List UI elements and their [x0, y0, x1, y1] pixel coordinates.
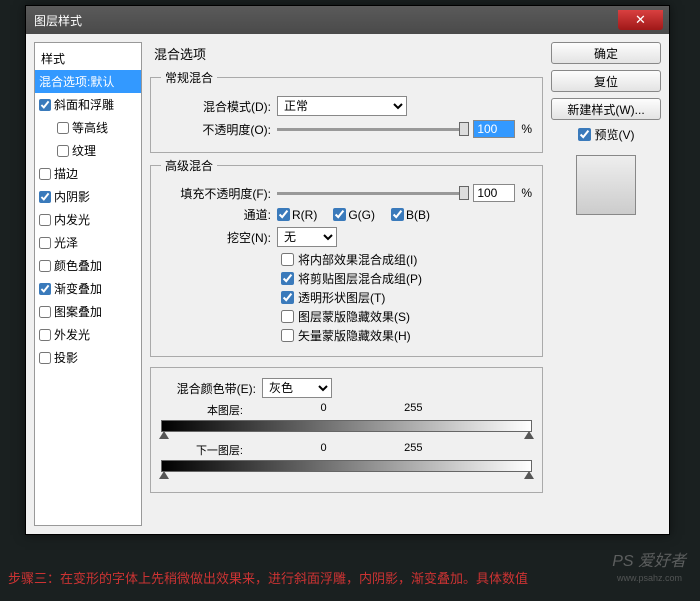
blend-if-group: 混合颜色带(E): 灰色 本图层: 0 255 下一图层: 0 255: [150, 367, 543, 493]
opt2-check[interactable]: [281, 291, 294, 304]
slider-thumb-icon[interactable]: [459, 122, 469, 136]
knockout-select[interactable]: 无: [277, 227, 337, 247]
blend-mode-label: 混合模式(D):: [161, 98, 271, 115]
this-layer-label: 本图层:: [163, 402, 243, 418]
preview-toggle[interactable]: 预览(V): [551, 126, 661, 143]
contour-check[interactable]: [57, 122, 69, 134]
opacity-label: 不透明度(O):: [161, 121, 271, 138]
advanced-legend: 高级混合: [161, 157, 217, 174]
innerglow-check[interactable]: [39, 214, 51, 226]
sidebar-item-satin[interactable]: 光泽: [35, 231, 141, 254]
patternoverlay-check[interactable]: [39, 306, 51, 318]
gradoverlay-check[interactable]: [39, 283, 51, 295]
slider-thumb-icon[interactable]: [459, 186, 469, 200]
satin-check[interactable]: [39, 237, 51, 249]
bevel-check[interactable]: [39, 99, 51, 111]
cancel-button[interactable]: 复位: [551, 70, 661, 92]
under-layer-high: 255: [404, 442, 422, 458]
underlying-label: 下一图层:: [163, 442, 243, 458]
layer-style-dialog: 图层样式 ✕ 样式 混合选项:默认 斜面和浮雕 等高线 纹理 描边 内阴影 内发…: [25, 5, 670, 535]
sidebar-item-pattern-overlay[interactable]: 图案叠加: [35, 300, 141, 323]
sidebar-item-contour[interactable]: 等高线: [35, 116, 141, 139]
close-button[interactable]: ✕: [618, 10, 663, 30]
right-column: 确定 复位 新建样式(W)... 预览(V): [551, 42, 661, 526]
main-panel: 混合选项 常规混合 混合模式(D): 正常 不透明度(O): % 高级混合 填充…: [150, 42, 543, 526]
close-icon: ✕: [635, 12, 646, 28]
sidebar-item-bevel[interactable]: 斜面和浮雕: [35, 93, 141, 116]
opt1-check[interactable]: [281, 272, 294, 285]
knockout-label: 挖空(N):: [161, 229, 271, 246]
opacity-slider[interactable]: [277, 128, 467, 131]
sidebar-item-outer-glow[interactable]: 外发光: [35, 323, 141, 346]
channels-label: 通道:: [161, 206, 271, 223]
blend-mode-select[interactable]: 正常: [277, 96, 407, 116]
channel-r-check[interactable]: [277, 208, 290, 221]
fill-opacity-label: 填充不透明度(F):: [161, 185, 271, 202]
texture-check[interactable]: [57, 145, 69, 157]
ok-button[interactable]: 确定: [551, 42, 661, 64]
main-title: 混合选项: [150, 42, 543, 65]
fill-slider[interactable]: [277, 192, 467, 195]
dropshadow-check[interactable]: [39, 352, 51, 364]
percent-label: %: [521, 122, 532, 136]
channel-b-check[interactable]: [391, 208, 404, 221]
tutorial-footer-text: 步骤三：在变形的字体上先稍微做出效果来，进行斜面浮雕，内阴影，渐变叠加。具体数值: [8, 568, 528, 587]
styles-sidebar: 样式 混合选项:默认 斜面和浮雕 等高线 纹理 描边 内阴影 内发光 光泽 颜色…: [34, 42, 142, 526]
opt3-check[interactable]: [281, 310, 294, 323]
sidebar-item-drop-shadow[interactable]: 投影: [35, 346, 141, 369]
dialog-content: 样式 混合选项:默认 斜面和浮雕 等高线 纹理 描边 内阴影 内发光 光泽 颜色…: [26, 34, 669, 534]
general-legend: 常规混合: [161, 69, 217, 86]
titlebar[interactable]: 图层样式 ✕: [26, 6, 669, 34]
this-layer-gradient[interactable]: [161, 420, 532, 432]
stop-black-icon[interactable]: [159, 471, 169, 479]
sidebar-item-blending-options[interactable]: 混合选项:默认: [35, 70, 141, 93]
sidebar-item-gradient-overlay[interactable]: 渐变叠加: [35, 277, 141, 300]
stop-black-icon[interactable]: [159, 431, 169, 439]
sidebar-item-stroke[interactable]: 描边: [35, 162, 141, 185]
sidebar-item-texture[interactable]: 纹理: [35, 139, 141, 162]
watermark-logo: PS 爱好者: [612, 547, 686, 571]
innershadow-check[interactable]: [39, 191, 51, 203]
sidebar-item-inner-glow[interactable]: 内发光: [35, 208, 141, 231]
watermark-url: www.psahz.com: [617, 573, 682, 583]
fill-input[interactable]: [473, 184, 515, 202]
blendif-select[interactable]: 灰色: [262, 378, 332, 398]
advanced-blending-group: 高级混合 填充不透明度(F): % 通道: R(R) G(G) B(B) 挖空(…: [150, 157, 543, 357]
blendif-label: 混合颜色带(E):: [161, 380, 256, 397]
sidebar-item-inner-shadow[interactable]: 内阴影: [35, 185, 141, 208]
opt4-check[interactable]: [281, 329, 294, 342]
preview-swatch: [576, 155, 636, 215]
outerglow-check[interactable]: [39, 329, 51, 341]
sidebar-header: 样式: [35, 47, 141, 70]
opt0-check[interactable]: [281, 253, 294, 266]
percent-label: %: [521, 186, 532, 200]
this-layer-low: 0: [321, 402, 327, 418]
stop-white-icon[interactable]: [524, 471, 534, 479]
dialog-title: 图层样式: [34, 12, 82, 29]
sidebar-item-color-overlay[interactable]: 颜色叠加: [35, 254, 141, 277]
stop-white-icon[interactable]: [524, 431, 534, 439]
this-layer-high: 255: [404, 402, 422, 418]
opacity-input[interactable]: [473, 120, 515, 138]
coloroverlay-check[interactable]: [39, 260, 51, 272]
general-blending-group: 常规混合 混合模式(D): 正常 不透明度(O): %: [150, 69, 543, 153]
channel-g-check[interactable]: [333, 208, 346, 221]
underlying-gradient[interactable]: [161, 460, 532, 472]
new-style-button[interactable]: 新建样式(W)...: [551, 98, 661, 120]
stroke-check[interactable]: [39, 168, 51, 180]
under-layer-low: 0: [321, 442, 327, 458]
preview-check[interactable]: [578, 128, 591, 141]
